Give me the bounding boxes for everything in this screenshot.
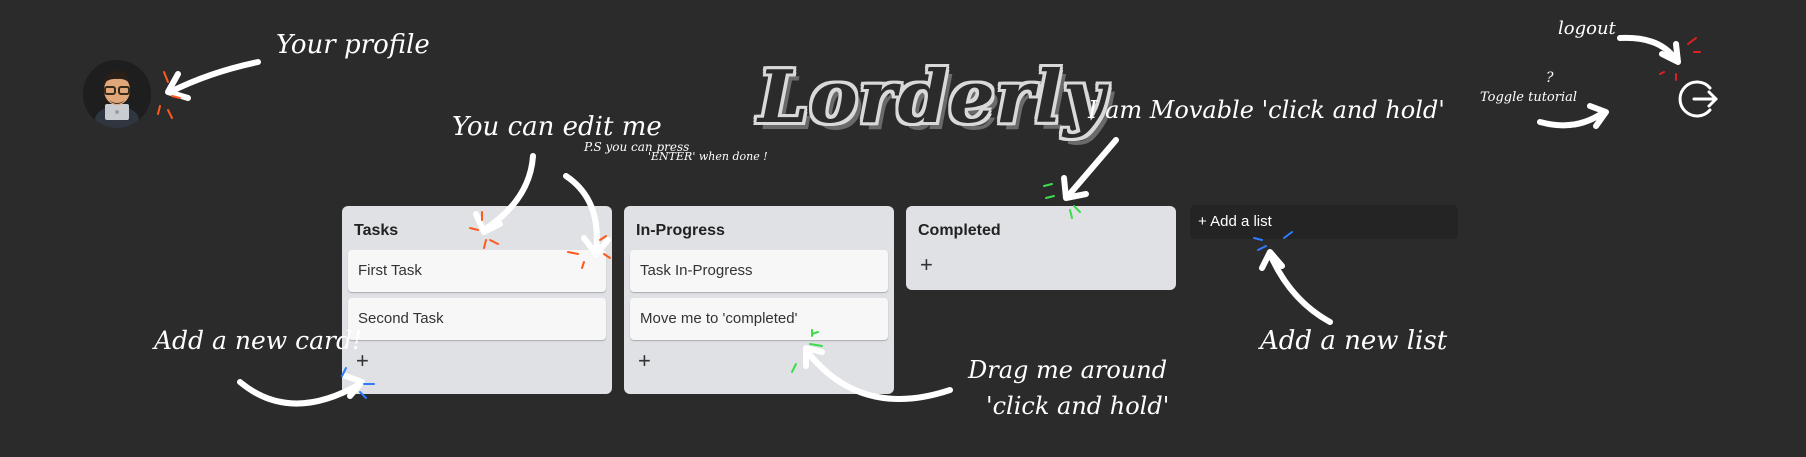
- annotation-drag-1: Drag me around: [968, 356, 1168, 384]
- drag-arrow-icon: [803, 347, 953, 402]
- annotation-toggle-question: ?: [1546, 70, 1554, 86]
- movable-arrow-icon: [1065, 137, 1119, 199]
- profile-arrow-icon: [167, 59, 261, 95]
- spark-green-icon: [791, 183, 1081, 373]
- tutorial-overlay: [157, 34, 1701, 407]
- annotation-logout: logout: [1558, 18, 1616, 39]
- annotation-drag-2: 'click and hold': [986, 392, 1170, 420]
- add-card-arrow-icon: [237, 379, 363, 407]
- annotation-movable: I am Movable 'click and hold': [1088, 96, 1445, 124]
- ps-arrow-icon: [563, 173, 600, 255]
- annotation-edit: You can edit me: [452, 112, 662, 142]
- annotation-add-card: Add a new card!: [154, 326, 363, 355]
- annotation-add-list: Add a new list: [1260, 326, 1448, 356]
- annotation-profile: Your profile: [276, 30, 430, 60]
- annotation-toggle: Toggle tutorial: [1480, 90, 1578, 105]
- edit-arrow-icon: [481, 153, 536, 233]
- annotation-edit-ps-2: 'ENTER' when done !: [648, 150, 768, 163]
- spark-orange-icon: [157, 71, 611, 269]
